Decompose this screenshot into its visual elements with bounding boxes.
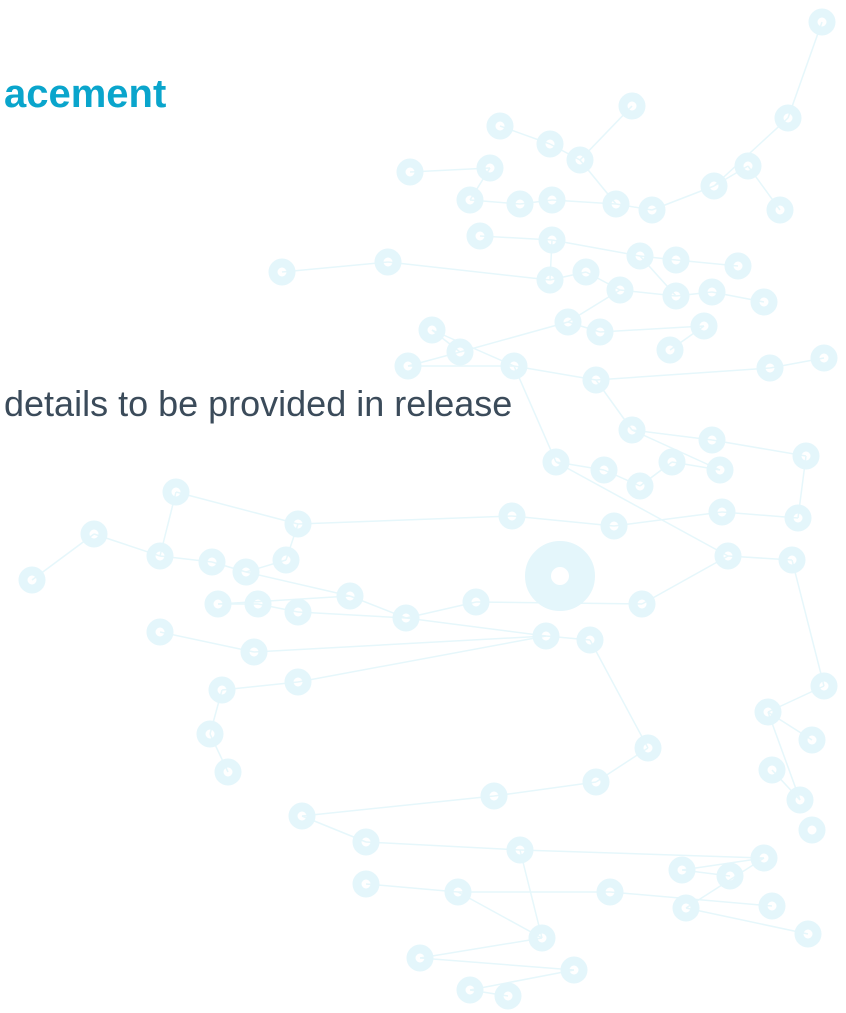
network-edge [791, 559, 825, 687]
network-graph-background [18, 8, 838, 1010]
network-edge [469, 969, 575, 991]
network-hub-node [525, 541, 595, 611]
network-edge [159, 631, 255, 653]
network-edge [511, 515, 615, 527]
slide-title: acement [4, 72, 167, 116]
network-edge [365, 883, 459, 893]
network-node [798, 816, 826, 844]
network-edge [459, 321, 569, 353]
network-edge [641, 555, 729, 605]
network-edge [599, 325, 705, 333]
network-edge [519, 849, 543, 939]
network-edge [419, 937, 543, 959]
network-edge [767, 711, 801, 801]
network-edge [217, 595, 351, 605]
network-edge [457, 891, 543, 939]
network-edge [711, 439, 807, 457]
network-edge [387, 261, 551, 281]
slide-body-text: details to be provided in release [4, 383, 513, 424]
network-edge [787, 21, 823, 119]
network-edge [281, 261, 389, 273]
slide: acement details to be provided in releas… [0, 0, 846, 1013]
network-edge [513, 365, 557, 463]
network-edge [589, 639, 649, 749]
network-edge [419, 957, 575, 971]
network-edge [301, 795, 495, 817]
network-edge [175, 491, 299, 525]
network-edge [493, 781, 597, 797]
network-edge [297, 611, 407, 619]
network-edge [685, 907, 809, 935]
network-edge [297, 515, 513, 525]
network-edge [595, 367, 771, 381]
network-edge [365, 841, 521, 851]
network-edge [405, 617, 547, 637]
network-edge [519, 849, 765, 859]
